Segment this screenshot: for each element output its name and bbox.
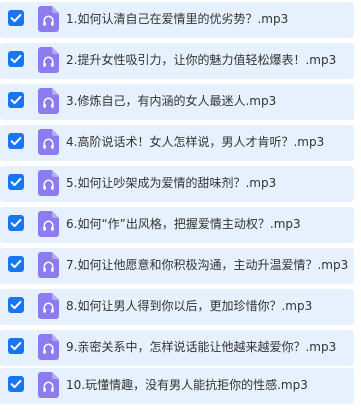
file-name: 3.修炼自己，有内涵的女人最迷人.mp3 <box>66 94 277 108</box>
file-row[interactable]: 2.提升女性吸引力，让你的魅力值轻松爆表！.mp3 <box>0 43 354 79</box>
file-row[interactable]: 6.如何“作”出风格，把握爱情主动权？.mp3 <box>0 207 354 243</box>
audio-file-icon <box>38 372 59 398</box>
audio-file-icon <box>38 211 59 237</box>
audio-file-icon <box>38 293 59 319</box>
audio-file-icon <box>38 129 59 155</box>
file-name: 7.如何让他愿意和你积极沟通，主动升温爱情？.mp3 <box>66 258 349 272</box>
checkbox-checked[interactable] <box>8 215 24 231</box>
file-row[interactable]: 10.玩懂情趣，没有男人能抗拒你的性感.mp3 <box>0 368 354 404</box>
checkbox-checked[interactable] <box>8 51 24 67</box>
file-row[interactable]: 8.如何让男人得到你以后，更加珍惜你？.mp3 <box>0 289 354 325</box>
audio-file-icon <box>38 88 59 114</box>
checkbox-checked[interactable] <box>8 133 24 149</box>
checkbox-checked[interactable] <box>8 174 24 190</box>
checkbox-checked[interactable] <box>8 10 24 26</box>
file-name: 9.亲密关系中，怎样说话能让他越来越爱你？.mp3 <box>66 340 337 354</box>
file-name: 1.如何认清自己在爱情里的优劣势？.mp3 <box>66 12 289 26</box>
file-name: 8.如何让男人得到你以后，更加珍惜你？.mp3 <box>66 299 313 313</box>
file-name: 4.高阶说话术！女人怎样说，男人才肯听？.mp3 <box>66 135 325 149</box>
audio-file-icon <box>38 334 59 360</box>
file-name: 5.如何让吵架成为爱情的甜味剂？.mp3 <box>66 176 277 190</box>
file-row[interactable]: 4.高阶说话术！女人怎样说，男人才肯听？.mp3 <box>0 125 354 161</box>
file-row[interactable]: 9.亲密关系中，怎样说话能让他越来越爱你？.mp3 <box>0 330 354 366</box>
file-row[interactable]: 1.如何认清自己在爱情里的优劣势？.mp3 <box>0 2 354 38</box>
file-name: 6.如何“作”出风格，把握爱情主动权？.mp3 <box>66 217 301 231</box>
file-row[interactable]: 5.如何让吵架成为爱情的甜味剂？.mp3 <box>0 166 354 202</box>
file-row[interactable]: 7.如何让他愿意和你积极沟通，主动升温爱情？.mp3 <box>0 248 354 284</box>
file-name: 10.玩懂情趣，没有男人能抗拒你的性感.mp3 <box>66 378 308 392</box>
checkbox-checked[interactable] <box>8 376 24 392</box>
checkbox-checked[interactable] <box>8 92 24 108</box>
audio-file-icon <box>38 170 59 196</box>
checkbox-checked[interactable] <box>8 338 24 354</box>
file-list: 1.如何认清自己在爱情里的优劣势？.mp3 2.提升女性吸引力，让你的魅力值轻松… <box>0 0 361 414</box>
checkbox-checked[interactable] <box>8 256 24 272</box>
audio-file-icon <box>38 47 59 73</box>
file-name: 2.提升女性吸引力，让你的魅力值轻松爆表！.mp3 <box>66 53 337 67</box>
audio-file-icon <box>38 252 59 278</box>
audio-file-icon <box>38 6 59 32</box>
checkbox-checked[interactable] <box>8 297 24 313</box>
file-row[interactable]: 3.修炼自己，有内涵的女人最迷人.mp3 <box>0 84 354 120</box>
